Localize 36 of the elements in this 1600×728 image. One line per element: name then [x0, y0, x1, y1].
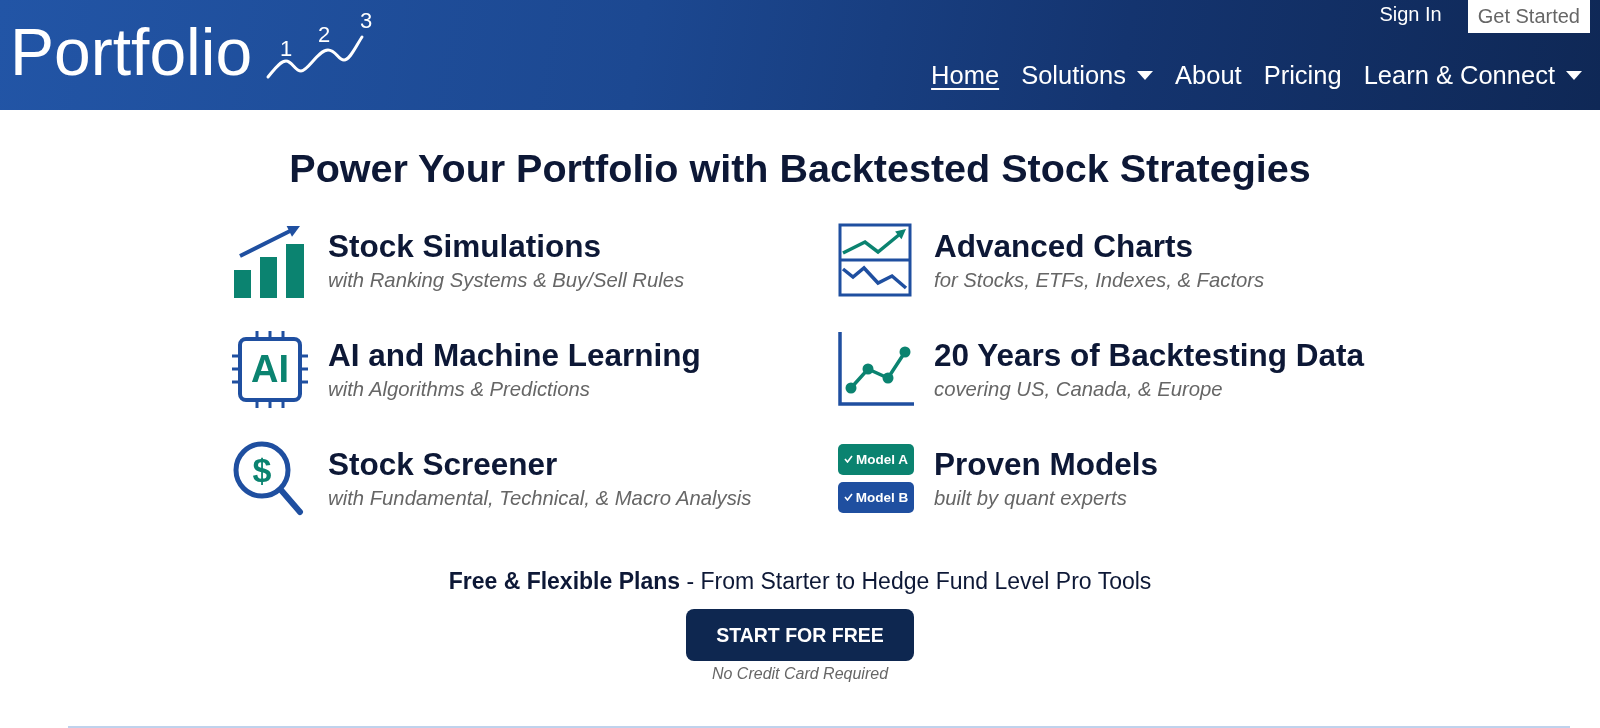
- get-started-button[interactable]: Get Started: [1467, 0, 1590, 33]
- feature-title: Stock Simulations: [328, 226, 603, 265]
- sign-in-link[interactable]: Sign In: [1379, 2, 1442, 26]
- logo-wordmark: Portfolio: [10, 19, 253, 85]
- logo-digit: 3: [360, 8, 373, 33]
- nav-link[interactable]: About: [1175, 60, 1242, 90]
- feature-subtitle: with Algorithms & Predictions: [328, 376, 591, 402]
- check-icon: [844, 455, 853, 463]
- line-chart-icon: [838, 332, 914, 406]
- badge-label: Model A: [856, 451, 908, 467]
- nav-link[interactable]: Pricing: [1263, 60, 1342, 90]
- badge-label: Model B: [855, 489, 909, 505]
- check-icon: [843, 493, 853, 501]
- plans-text: Free & Flexible Plans - From Starter to Hedge Fund Level Pro Tools: [448, 567, 1152, 596]
- start-for-free-button[interactable]: START FOR FREE: [686, 609, 914, 661]
- feature-subtitle: for Stocks, ETFs, Indexes, & Factors: [934, 267, 1265, 293]
- feature-title: AI and Machine Learning: [328, 335, 701, 374]
- feature-subtitle: built by quant experts: [934, 485, 1128, 511]
- dollar-sign: $: [251, 451, 273, 489]
- chip-label: AI: [250, 347, 290, 390]
- feature-title: Advanced Charts: [934, 226, 1195, 265]
- feature-subtitle: with Fundamental, Technical, & Macro Analysis: [328, 485, 752, 511]
- feature-subtitle: covering US, Canada, & Europe: [934, 376, 1224, 402]
- feature-title: 20 Years of Backtesting Data: [934, 335, 1365, 374]
- nav-link[interactable]: Home: [931, 60, 1000, 90]
- feature-title: Proven Models: [934, 444, 1159, 483]
- feature-subtitle: with Ranking Systems & Buy/Sell Rules: [328, 267, 685, 293]
- logo-digit: 2: [318, 22, 331, 47]
- nav-link[interactable]: Learn & Connect: [1363, 60, 1582, 90]
- page-title: Power Your Portfolio with Backtested Stock Strategies: [289, 145, 1311, 191]
- chart-panels-icon: [838, 223, 912, 297]
- cta-note: No Credit Card Required: [711, 664, 889, 684]
- magnifier-icon: [233, 441, 303, 515]
- feature-title: Stock Screener: [328, 444, 559, 483]
- nav-link[interactable]: Solutions: [1021, 60, 1154, 90]
- logo-digit: 1: [280, 36, 293, 61]
